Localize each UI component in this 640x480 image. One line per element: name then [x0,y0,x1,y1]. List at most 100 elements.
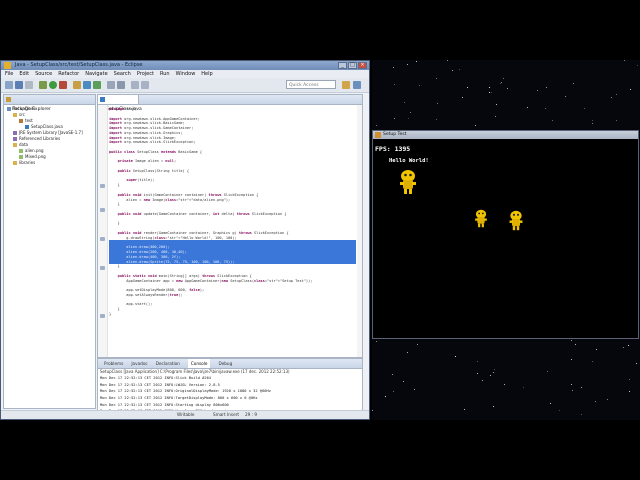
save-icon[interactable] [15,81,23,89]
star [482,380,483,381]
star [416,61,417,62]
alien-sprite [509,210,523,231]
code-area[interactable]: package test; import org.newdawn.slick.Ap… [109,107,356,317]
star [504,384,505,385]
perspective-java-icon[interactable] [342,81,350,89]
fold-marker[interactable] [100,237,105,241]
maximize-button[interactable]: □ [348,62,357,69]
star [452,70,453,71]
menu-navigate[interactable]: Navigate [85,70,107,78]
star [571,384,572,385]
editor-tab-setupclass[interactable]: SetupClass.java [98,95,142,112]
overview-ruler [357,105,362,357]
menu-window[interactable]: Window [176,70,196,78]
star [595,401,596,402]
open-type-icon[interactable] [107,81,115,89]
new-icon[interactable] [5,81,13,89]
library-icon [13,131,17,135]
menu-help[interactable]: Help [201,70,212,78]
run-icon[interactable] [49,81,57,89]
star [491,92,492,93]
star [477,361,478,362]
tab-problems[interactable]: Problems [104,359,123,368]
tab-console[interactable]: Console [187,359,211,368]
back-icon[interactable] [131,81,139,89]
star [537,90,538,91]
menu-refactor[interactable]: Refactor [58,70,79,78]
star [547,371,548,372]
fold-marker[interactable] [100,314,105,318]
fold-marker[interactable] [100,208,105,212]
star [392,374,393,375]
star [408,118,409,119]
star [623,347,624,348]
editor-tab-bar: SetupClass.java [98,95,362,112]
star [376,125,377,126]
star [404,102,405,103]
tab-declaration[interactable]: Declaration [156,359,180,368]
tree-item-libraries[interactable]: libraries [4,160,95,166]
main-toolbar: Quick Access [1,78,369,93]
menu-bar: File Edit Source Refactor Navigate Searc… [1,70,369,78]
star [571,359,572,360]
star [407,352,408,353]
star [592,120,593,121]
image-file-icon [19,155,23,159]
star [437,103,438,104]
star [571,340,572,341]
quick-access-input[interactable]: Quick Access [286,80,336,89]
console-line: Mon Dec 17 22:52:13 CET 2012 INFO:Origin… [100,389,271,394]
package-explorer-view: Package Explorer SetupClass src test Set… [3,94,96,409]
project-tree: SetupClass src test SetupClass.java JRE … [4,106,95,166]
star [624,60,625,61]
star [629,379,630,380]
menu-search[interactable]: Search [114,70,131,78]
star [565,96,566,97]
star [573,83,574,84]
fps-counter: FPS: 1395 [375,145,411,153]
print-icon[interactable] [25,81,33,89]
fold-marker[interactable] [100,266,105,270]
star [630,89,631,90]
minimize-button[interactable]: _ [338,62,347,69]
menu-project[interactable]: Project [137,70,154,78]
code-line[interactable]: } [109,312,356,317]
star [403,381,404,382]
search-icon[interactable] [117,81,125,89]
menu-edit[interactable]: Edit [19,70,29,78]
package-explorer-tab[interactable]: Package Explorer [4,95,95,112]
console-process-label: SetupClass [Java Application] C:\Program… [100,369,290,374]
new-java-project-icon[interactable] [73,81,81,89]
new-package-icon[interactable] [83,81,91,89]
console-line: Mon Dec 17 22:52:13 CET 2012 INFO:Starti… [100,402,229,407]
folder-icon [13,161,17,165]
eclipse-window-title: Java - SetupClass/src/test/SetupClass.ja… [15,62,143,68]
star [501,82,502,83]
tab-javadoc[interactable]: Javadoc [131,359,147,368]
game-title-bar[interactable]: Setup Test [373,131,638,139]
debug-icon[interactable] [39,81,47,89]
forward-icon[interactable] [141,81,149,89]
close-button[interactable]: × [358,62,367,69]
java-app-icon [375,132,381,138]
menu-run[interactable]: Run [160,70,170,78]
star [552,120,553,121]
tab-debug[interactable]: Debug [218,359,232,368]
new-class-icon[interactable] [93,81,101,89]
game-canvas[interactable]: FPS: 1395 Hello World! [373,139,638,338]
star [436,78,437,79]
menu-source[interactable]: Source [35,70,52,78]
perspective-debug-icon[interactable] [353,81,361,89]
eclipse-window: Java - SetupClass/src/test/SetupClass.ja… [0,60,370,420]
star [462,97,463,98]
menu-file[interactable]: File [5,70,13,78]
eclipse-title-bar[interactable]: Java - SetupClass/src/test/SetupClass.ja… [1,61,369,70]
star [546,87,547,88]
star [550,403,551,404]
java-file-icon [25,125,29,129]
external-tools-icon[interactable] [59,81,67,89]
star [447,60,448,61]
fold-marker[interactable] [100,184,105,188]
star [493,406,494,407]
star [616,120,617,121]
